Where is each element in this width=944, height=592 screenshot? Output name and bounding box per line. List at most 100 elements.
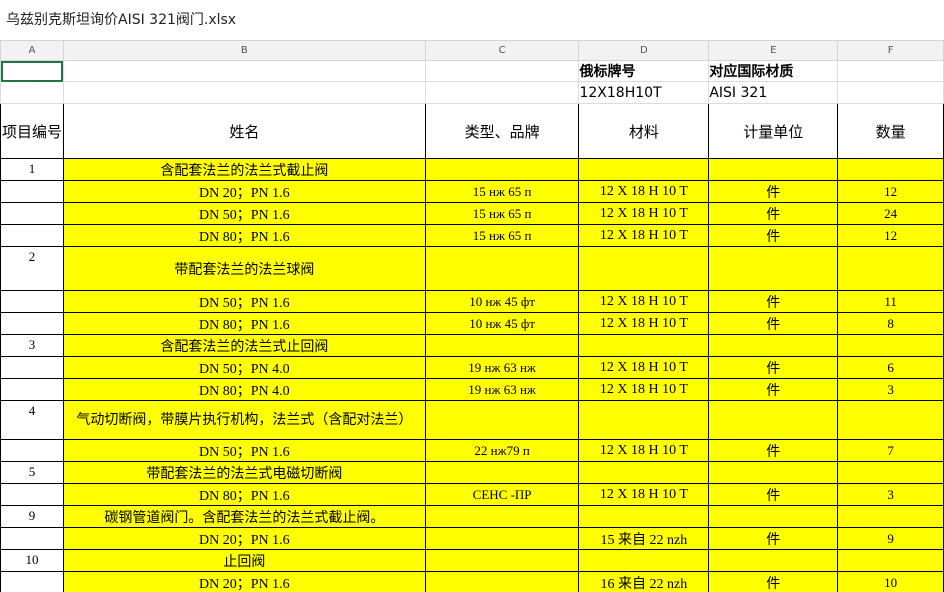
cell-unit[interactable]: [708, 505, 839, 528]
cell-material[interactable]: [578, 246, 710, 291]
cell-quantity[interactable]: 3: [837, 378, 944, 401]
cell-unit[interactable]: 件: [708, 180, 839, 203]
cell-material[interactable]: 12 X 18 H 10 T: [578, 180, 710, 203]
cell-f2[interactable]: [837, 81, 944, 104]
cell-unit[interactable]: 件: [708, 312, 839, 335]
cell-quantity[interactable]: 3: [837, 483, 944, 506]
cell-e2[interactable]: AISI 321: [708, 81, 839, 104]
cell-material[interactable]: 12 X 18 H 10 T: [578, 224, 710, 247]
cell-item-number[interactable]: [0, 527, 64, 550]
cell-quantity[interactable]: 12: [837, 224, 944, 247]
cell-item-number[interactable]: 1: [0, 158, 64, 181]
cell-type-brand[interactable]: 15 нж 65 п: [424, 224, 580, 247]
cell-unit[interactable]: 件: [708, 202, 839, 225]
cell-item-number[interactable]: [0, 312, 64, 335]
cell-name[interactable]: 止回阀: [62, 549, 426, 572]
cell-material[interactable]: 12 X 18 H 10 T: [578, 202, 710, 225]
cell-material[interactable]: 12 X 18 H 10 T: [578, 483, 710, 506]
cell-c1[interactable]: [424, 60, 580, 82]
cell-name[interactable]: DN 80；PN 4.0: [62, 378, 426, 401]
header-name[interactable]: 姓名: [62, 103, 426, 159]
header-quantity[interactable]: 数量: [837, 103, 944, 159]
cell-type-brand[interactable]: [424, 527, 580, 550]
cell-item-number[interactable]: 4: [0, 400, 64, 440]
cell-quantity[interactable]: 6: [837, 356, 944, 379]
cell-name[interactable]: 碳钢管道阀门。含配套法兰的法兰式截止阀。: [62, 505, 426, 528]
cell-type-brand[interactable]: [424, 549, 580, 572]
cell-unit[interactable]: 件: [708, 224, 839, 247]
cell-unit[interactable]: [708, 400, 839, 440]
cell-quantity[interactable]: 9: [837, 527, 944, 550]
cell-type-brand[interactable]: 19 нж 63 нж: [424, 378, 580, 401]
cell-quantity[interactable]: 8: [837, 312, 944, 335]
cell-type-brand[interactable]: [424, 400, 580, 440]
cell-item-number[interactable]: [0, 356, 64, 379]
cell-quantity[interactable]: 12: [837, 180, 944, 203]
cell-quantity[interactable]: 10: [837, 571, 944, 592]
cell-quantity[interactable]: [837, 334, 944, 357]
cell-d2[interactable]: 12X18H10T: [578, 81, 710, 104]
cell-unit[interactable]: 件: [708, 439, 839, 462]
cell-item-number[interactable]: [0, 483, 64, 506]
cell-material[interactable]: [578, 549, 710, 572]
cell-unit[interactable]: 件: [708, 527, 839, 550]
cell-unit[interactable]: 件: [708, 378, 839, 401]
column-header-d[interactable]: D: [578, 40, 710, 61]
cell-unit[interactable]: [708, 334, 839, 357]
cell-quantity[interactable]: [837, 246, 944, 291]
cell-f1[interactable]: [837, 60, 944, 82]
cell-material[interactable]: 12 X 18 H 10 T: [578, 439, 710, 462]
header-unit[interactable]: 计量单位: [708, 103, 839, 159]
cell-quantity[interactable]: 24: [837, 202, 944, 225]
cell-item-number[interactable]: [0, 571, 64, 592]
cell-material[interactable]: [578, 461, 710, 484]
cell-type-brand[interactable]: [424, 461, 580, 484]
header-item-number[interactable]: 项目编号: [0, 103, 64, 159]
cell-name[interactable]: DN 50；PN 1.6: [62, 290, 426, 313]
cell-unit[interactable]: [708, 461, 839, 484]
spreadsheet[interactable]: A B C D E F 俄标牌号 对应国际材质 12X18H10T AISI 3…: [0, 40, 944, 592]
cell-material[interactable]: 12 X 18 H 10 T: [578, 378, 710, 401]
cell-quantity[interactable]: [837, 158, 944, 181]
cell-quantity[interactable]: 11: [837, 290, 944, 313]
cell-unit[interactable]: [708, 549, 839, 572]
cell-material[interactable]: 15 来自 22 nzh: [578, 527, 710, 550]
cell-type-brand[interactable]: [424, 158, 580, 181]
cell-quantity[interactable]: 7: [837, 439, 944, 462]
cell-item-number[interactable]: [0, 202, 64, 225]
cell-material[interactable]: [578, 334, 710, 357]
cell-unit[interactable]: 件: [708, 571, 839, 592]
cell-type-brand[interactable]: [424, 334, 580, 357]
cell-item-number[interactable]: [0, 224, 64, 247]
cell-type-brand[interactable]: 19 нж 63 нж: [424, 356, 580, 379]
cell-name[interactable]: 含配套法兰的法兰式止回阀: [62, 334, 426, 357]
cell-name[interactable]: 含配套法兰的法兰式截止阀: [62, 158, 426, 181]
cell-type-brand[interactable]: СЕНС -ПР: [424, 483, 580, 506]
cell-name[interactable]: DN 50；PN 1.6: [62, 439, 426, 462]
cell-type-brand[interactable]: [424, 505, 580, 528]
cell-name[interactable]: 带配套法兰的法兰式电磁切断阀: [62, 461, 426, 484]
cell-e1[interactable]: 对应国际材质: [708, 60, 839, 82]
cell-name[interactable]: 气动切断阀，带膜片执行机构，法兰式（含配对法兰）: [62, 400, 426, 440]
cell-name[interactable]: DN 20；PN 1.6: [62, 571, 426, 592]
header-material[interactable]: 材料: [578, 103, 710, 159]
cell-type-brand[interactable]: 10 нж 45 фт: [424, 290, 580, 313]
cell-item-number[interactable]: 3: [0, 334, 64, 357]
cell-unit[interactable]: [708, 246, 839, 291]
cell-unit[interactable]: 件: [708, 356, 839, 379]
cell-name[interactable]: 带配套法兰的法兰球阀: [62, 246, 426, 291]
cell-item-number[interactable]: 9: [0, 505, 64, 528]
cell-item-number[interactable]: [0, 180, 64, 203]
cell-item-number[interactable]: 2: [0, 246, 64, 291]
cell-name[interactable]: DN 20；PN 1.6: [62, 527, 426, 550]
cell-unit[interactable]: 件: [708, 290, 839, 313]
cell-item-number[interactable]: [0, 290, 64, 313]
cell-material[interactable]: 12 X 18 H 10 T: [578, 312, 710, 335]
cell-material[interactable]: 16 来自 22 nzh: [578, 571, 710, 592]
cell-item-number[interactable]: 10: [0, 549, 64, 572]
cell-quantity[interactable]: [837, 505, 944, 528]
cell-type-brand[interactable]: [424, 246, 580, 291]
column-header-c[interactable]: C: [424, 40, 580, 61]
cell-b2[interactable]: [62, 81, 426, 104]
cell-material[interactable]: [578, 158, 710, 181]
